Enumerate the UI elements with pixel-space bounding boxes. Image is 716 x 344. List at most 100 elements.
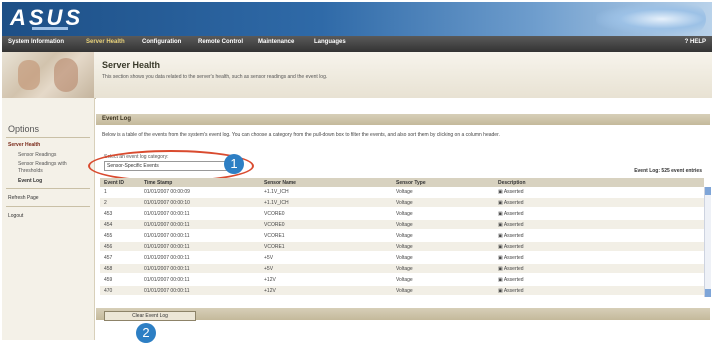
event-log-header: Event Log: [96, 114, 710, 125]
app-header: ASUS: [2, 2, 712, 36]
column-header-sensor-name[interactable]: Sensor Name: [264, 180, 296, 186]
table-cell: Voltage: [396, 200, 413, 206]
sidebar-item-event-log[interactable]: Event Log: [18, 178, 42, 184]
table-cell: 456: [104, 244, 113, 250]
table-cell: 01/01/2007 00:00:11: [144, 277, 190, 283]
menu-item-server-health[interactable]: Server Health: [86, 39, 125, 45]
table-cell: +12V: [264, 288, 276, 294]
table-row: 454 01/01/2007 00:00:11 VCORE0 Voltage ▣ Ass…: [100, 220, 704, 229]
sidebar-divider: [6, 188, 90, 189]
table-cell: VCORE0: [264, 222, 285, 228]
scroll-down-arrow[interactable]: [705, 289, 711, 297]
table-cell: Voltage: [396, 288, 413, 294]
callout-2: 2: [136, 323, 156, 343]
table-cell: 01/01/2007 00:00:10: [144, 200, 190, 206]
options-sidebar: Options Server Health Sensor Readings Se…: [2, 98, 95, 340]
table-row: 455 01/01/2007 00:00:11 VCORE1 Voltage ▣ Ass…: [100, 231, 704, 240]
page-description: This section shows you data related to t…: [102, 74, 328, 80]
scroll-up-arrow[interactable]: [705, 187, 711, 195]
column-header-event-id[interactable]: Event ID: [104, 180, 124, 186]
help-link[interactable]: ? HELP: [685, 39, 706, 45]
table-cell: Voltage: [396, 244, 413, 250]
table-row: 457 01/01/2007 00:00:11 +5V Voltage ▣ Assert…: [100, 253, 704, 262]
sidebar-item-thresholds-label[interactable]: Thresholds: [18, 168, 43, 174]
menu-item-remote-control[interactable]: Remote Control: [198, 39, 243, 45]
column-header-description[interactable]: Description: [498, 180, 526, 186]
options-title: Options: [8, 124, 40, 134]
event-description-text: Asserted: [503, 288, 524, 294]
top-menu: System Information Server Health Configu…: [2, 36, 712, 52]
table-row: 458 01/01/2007 00:00:11 +5V Voltage ▣ Assert…: [100, 264, 704, 273]
logo-underline: [32, 27, 68, 30]
table-cell: Voltage: [396, 211, 413, 217]
table-cell: 470: [104, 288, 113, 294]
sidebar-item-server-health[interactable]: Server Health: [8, 142, 40, 148]
table-cell-description: ▣ Asserted: [498, 277, 524, 283]
table-cell-description: ▣ Asserted: [498, 288, 524, 294]
table-row: 2 01/01/2007 00:00:10 +1.1V_ICH Voltage ▣ As…: [100, 198, 704, 207]
header-photo: [2, 52, 94, 98]
menu-item-maintenance[interactable]: Maintenance: [258, 39, 294, 45]
table-cell: 01/01/2007 00:00:11: [144, 211, 190, 217]
table-cell: VCORE0: [264, 211, 285, 217]
table-cell: Voltage: [396, 255, 413, 261]
table-cell-description: ▣ Asserted: [498, 233, 524, 239]
table-cell: 459: [104, 277, 113, 283]
table-cell-description: ▣ Asserted: [498, 222, 524, 228]
event-description-text: Asserted: [503, 189, 524, 195]
event-description-text: Asserted: [503, 255, 524, 261]
table-cell: 01/01/2007 00:00:11: [144, 244, 190, 250]
globe-graphic: [596, 4, 706, 34]
event-description-text: Asserted: [503, 211, 524, 217]
table-cell: 454: [104, 222, 113, 228]
table-cell-description: ▣ Asserted: [498, 255, 524, 261]
sidebar-item-sensor-readings-thresholds[interactable]: Sensor Readings with: [18, 161, 67, 167]
menu-item-languages[interactable]: Languages: [314, 39, 346, 45]
table-cell: 01/01/2007 00:00:11: [144, 266, 190, 272]
table-row: 459 01/01/2007 00:00:11 +12V Voltage ▣ Asser…: [100, 275, 704, 284]
sidebar-item-sensor-readings[interactable]: Sensor Readings: [18, 152, 56, 158]
table-cell-description: ▣ Asserted: [498, 244, 524, 250]
table-row: 456 01/01/2007 00:00:11 VCORE1 Voltage ▣ Ass…: [100, 242, 704, 251]
page-title: Server Health: [102, 60, 161, 70]
table-cell: 01/01/2007 00:00:11: [144, 288, 190, 294]
sidebar-divider: [6, 206, 90, 207]
page-header: Server Health This section shows you dat…: [2, 52, 712, 99]
table-cell-description: ▣ Asserted: [498, 211, 524, 217]
browser-frame: ASUS System Information Server Health Co…: [2, 2, 712, 343]
table-cell: Voltage: [396, 266, 413, 272]
menu-item-system-information[interactable]: System Information: [8, 39, 64, 45]
event-description-text: Asserted: [503, 200, 524, 206]
table-cell: +1.1V_ICH: [264, 200, 289, 206]
table-header: Event ID Time Stamp Sensor Name Sensor T…: [100, 178, 704, 187]
main-content: Event Log Below is a table of the events…: [88, 98, 712, 343]
event-description-text: Asserted: [503, 233, 524, 239]
table-cell: VCORE1: [264, 233, 285, 239]
table-cell: 1: [104, 189, 107, 195]
table-cell: +5V: [264, 266, 274, 272]
table-cell: Voltage: [396, 277, 413, 283]
table-cell: 455: [104, 233, 113, 239]
column-header-sensor-type[interactable]: Sensor Type: [396, 180, 426, 186]
table-cell: Voltage: [396, 189, 413, 195]
event-description-text: Asserted: [503, 266, 524, 272]
menu-item-configuration[interactable]: Configuration: [142, 39, 181, 45]
callout-1: 1: [224, 154, 244, 174]
table-row: 453 01/01/2007 00:00:11 VCORE0 Voltage ▣ Ass…: [100, 209, 704, 218]
table-cell: Voltage: [396, 233, 413, 239]
table-cell: 453: [104, 211, 113, 217]
sidebar-item-logout[interactable]: Logout: [8, 213, 23, 219]
table-cell: 01/01/2007 00:00:11: [144, 222, 190, 228]
event-description-text: Asserted: [503, 244, 524, 250]
table-cell: 01/01/2007 00:00:11: [144, 233, 190, 239]
table-cell-description: ▣ Asserted: [498, 200, 524, 206]
table-cell: 01/01/2007 00:00:09: [144, 189, 190, 195]
table-scrollbar[interactable]: [704, 187, 711, 297]
table-cell-description: ▣ Asserted: [498, 189, 524, 195]
column-header-time-stamp[interactable]: Time Stamp: [144, 180, 172, 186]
event-description-text: Asserted: [503, 222, 524, 228]
sidebar-item-refresh-page[interactable]: Refresh Page: [8, 195, 39, 201]
event-log-description: Below is a table of the events from the …: [102, 132, 500, 138]
event-description-text: Asserted: [503, 277, 524, 283]
clear-event-log-button[interactable]: Clear Event Log: [104, 311, 196, 321]
